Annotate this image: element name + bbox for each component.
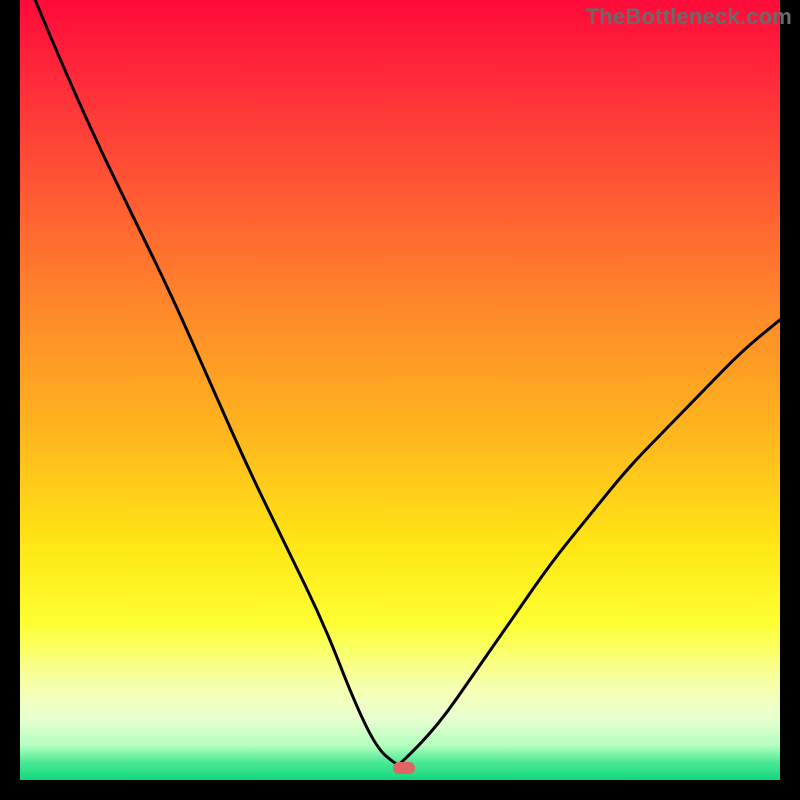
bottleneck-curve-path xyxy=(35,0,780,764)
optimal-marker xyxy=(393,762,415,774)
plot-area xyxy=(20,0,780,780)
watermark-label: TheBottleneck.com xyxy=(586,4,792,30)
chart-frame: TheBottleneck.com xyxy=(0,0,800,800)
bottleneck-curve xyxy=(20,0,780,780)
